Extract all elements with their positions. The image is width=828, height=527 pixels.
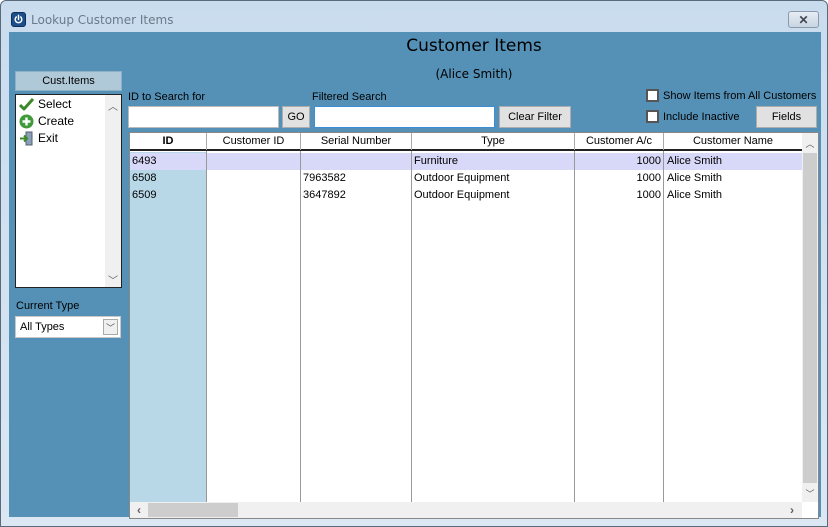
include-inactive-label: Include Inactive bbox=[663, 110, 740, 123]
id-search-input[interactable] bbox=[128, 106, 279, 128]
scroll-up-icon[interactable]: ︿ bbox=[105, 97, 121, 113]
current-type-value: All Types bbox=[20, 321, 65, 333]
filtered-search-input[interactable] bbox=[314, 106, 495, 128]
cell-name: Alice Smith bbox=[667, 155, 723, 167]
items-grid: ID Customer ID Serial Number Type Custom… bbox=[129, 132, 819, 519]
action-select[interactable]: Select bbox=[18, 96, 71, 112]
include-inactive-checkbox[interactable]: Include Inactive bbox=[646, 110, 739, 123]
cell-serial: 3647892 bbox=[303, 189, 346, 201]
checkbox-box[interactable] bbox=[646, 110, 659, 123]
cell-name: Alice Smith bbox=[667, 172, 723, 184]
column-divider bbox=[300, 151, 301, 502]
client-area: Customer Items (Alice Smith) Cust.Items … bbox=[9, 32, 821, 519]
customer-subtitle: (Alice Smith) bbox=[435, 67, 513, 81]
checkmark-icon bbox=[18, 96, 34, 112]
id-column-background bbox=[130, 152, 206, 502]
cell-serial bbox=[303, 153, 409, 170]
action-create-label: Create bbox=[38, 114, 75, 128]
cell-id: 6493 bbox=[132, 155, 157, 167]
cell-type: Outdoor Equipment bbox=[414, 172, 510, 184]
cell-account: 1000 bbox=[636, 155, 661, 167]
column-header-id[interactable]: ID bbox=[130, 133, 207, 150]
current-type-select[interactable]: All Types ﹀ bbox=[15, 316, 121, 338]
table-row[interactable]: 6509 3647892 Outdoor Equipment 1000 Alice Sm… bbox=[130, 187, 802, 204]
column-header-customer-id[interactable]: Customer ID bbox=[207, 133, 301, 150]
column-header-type[interactable]: Type bbox=[412, 133, 575, 150]
fields-button[interactable]: Fields bbox=[756, 106, 817, 128]
column-header-customer-name[interactable]: Customer Name bbox=[664, 133, 802, 150]
grid-header: ID Customer ID Serial Number Type Custom… bbox=[130, 133, 802, 151]
column-divider bbox=[206, 151, 207, 502]
cell-customer-id bbox=[209, 153, 299, 170]
title-bar[interactable]: Lookup Customer Items ✕ bbox=[1, 1, 827, 31]
cell-name: Alice Smith bbox=[667, 189, 723, 201]
cell-id: 6509 bbox=[132, 189, 157, 201]
column-header-serial-number[interactable]: Serial Number bbox=[301, 133, 412, 150]
close-button[interactable]: ✕ bbox=[788, 11, 819, 28]
scroll-right-icon[interactable]: › bbox=[784, 502, 800, 518]
checkbox-box[interactable] bbox=[646, 89, 659, 102]
exit-door-icon bbox=[18, 130, 34, 146]
horizontal-scroll-thumb[interactable] bbox=[148, 503, 238, 517]
action-exit-label: Exit bbox=[38, 131, 59, 145]
scroll-down-icon[interactable]: ﹀ bbox=[105, 271, 121, 287]
go-button[interactable]: GO bbox=[282, 106, 310, 128]
action-select-label: Select bbox=[38, 97, 72, 111]
grid-horizontal-scrollbar[interactable]: ‹ › bbox=[130, 502, 802, 518]
show-all-customers-checkbox[interactable]: Show Items from All Customers bbox=[646, 89, 816, 102]
window-title: Lookup Customer Items bbox=[31, 13, 174, 27]
column-divider bbox=[411, 151, 412, 502]
chevron-down-icon[interactable]: ﹀ bbox=[103, 319, 118, 335]
show-all-customers-label: Show Items from All Customers bbox=[663, 89, 817, 102]
power-icon bbox=[11, 12, 26, 27]
current-type-label: Current Type bbox=[16, 300, 80, 312]
cell-account: 1000 bbox=[636, 172, 661, 184]
page-title: Customer Items bbox=[406, 36, 542, 56]
cell-type: Furniture bbox=[414, 155, 459, 167]
panel-title: Cust.Items bbox=[15, 71, 122, 91]
scroll-down-icon[interactable]: ﹀ bbox=[802, 485, 818, 501]
grid-vertical-scrollbar[interactable]: ︿ ﹀ bbox=[802, 133, 818, 502]
scroll-left-icon[interactable]: ‹ bbox=[131, 502, 147, 518]
column-divider bbox=[663, 151, 664, 502]
column-divider bbox=[574, 151, 575, 502]
lookup-window: Lookup Customer Items ✕ Customer Items (… bbox=[0, 0, 828, 527]
cell-type: Outdoor Equipment bbox=[414, 189, 510, 201]
cell-account: 1000 bbox=[636, 189, 661, 201]
scroll-up-icon[interactable]: ︿ bbox=[802, 135, 818, 151]
clear-filter-button[interactable]: Clear Filter bbox=[499, 106, 571, 128]
cell-id: 6508 bbox=[132, 172, 157, 184]
column-header-customer-account[interactable]: Customer A/c bbox=[575, 133, 664, 150]
close-icon: ✕ bbox=[798, 12, 809, 27]
scrollbar-corner bbox=[802, 502, 818, 518]
action-exit[interactable]: Exit bbox=[18, 130, 58, 146]
cell-customer-id bbox=[209, 170, 299, 187]
action-create[interactable]: Create bbox=[18, 113, 74, 129]
cell-customer-id bbox=[209, 187, 299, 204]
action-list: Select Create Exit ︿ ﹀ bbox=[15, 94, 122, 288]
id-search-label: ID to Search for bbox=[128, 91, 206, 103]
table-row[interactable]: 6493 Furniture 1000 Alice Smith bbox=[130, 153, 802, 170]
plus-circle-icon bbox=[18, 113, 34, 129]
cell-serial: 7963582 bbox=[303, 172, 346, 184]
action-list-scrollbar[interactable]: ︿ ﹀ bbox=[105, 95, 121, 287]
filtered-search-label: Filtered Search bbox=[312, 91, 387, 103]
vertical-scroll-thumb[interactable] bbox=[803, 153, 817, 483]
table-row[interactable]: 6508 7963582 Outdoor Equipment 1000 Alice Sm… bbox=[130, 170, 802, 187]
